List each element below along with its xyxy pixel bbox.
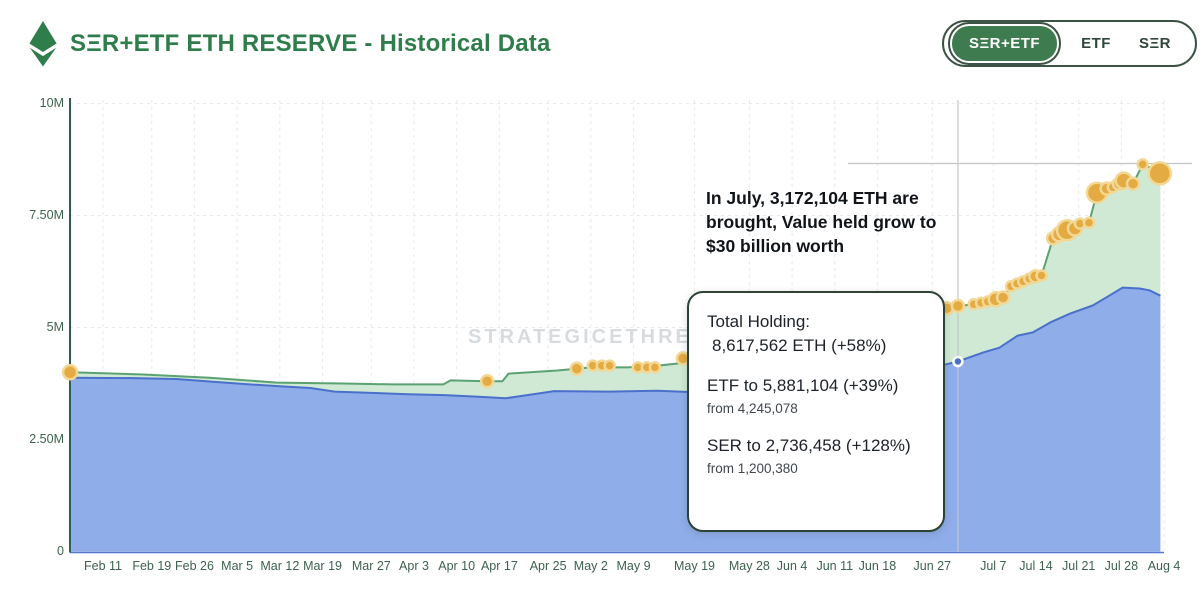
x-tick-label: Apr 25 xyxy=(530,559,567,573)
x-tick-label: Jun 18 xyxy=(859,559,897,573)
annotation-line: In July, 3,172,104 ETH are xyxy=(706,186,956,210)
x-tick-label: Jul 21 xyxy=(1062,559,1095,573)
annotation-line: $30 billion worth xyxy=(706,234,956,258)
x-tick-label: May 2 xyxy=(574,559,608,573)
tooltip-total-value: 8,617,562 ETH (+58%) xyxy=(707,334,925,358)
tooltip-ser-from: from 1,200,380 xyxy=(707,459,925,478)
x-tick-label: Jun 11 xyxy=(816,559,853,573)
x-tick-label: May 28 xyxy=(729,559,770,573)
hover-point xyxy=(953,357,962,366)
x-tick-label: Jun 4 xyxy=(777,559,808,573)
x-tick-label: Jul 7 xyxy=(980,559,1006,573)
annotation-line: brought, Value held grow to xyxy=(706,210,956,234)
x-tick-label: May 9 xyxy=(616,559,650,573)
y-tick-label: 2.50M xyxy=(6,432,64,446)
x-tick-label: Feb 26 xyxy=(175,559,214,573)
chart-tooltip: Total Holding: 8,617,562 ETH (+58%) ETF … xyxy=(687,291,945,532)
x-tick-label: Mar 27 xyxy=(352,559,391,573)
x-tick-label: Mar 19 xyxy=(303,559,342,573)
tooltip-title: Total Holding: xyxy=(707,310,925,334)
x-tick-label: Aug 4 xyxy=(1148,559,1181,573)
x-tick-label: Jul 14 xyxy=(1019,559,1052,573)
tooltip-etf-value: ETF to 5,881,104 (+39%) xyxy=(707,374,925,398)
y-tick-label: 10M xyxy=(6,96,64,110)
x-tick-label: May 19 xyxy=(674,559,715,573)
x-tick-label: Jun 27 xyxy=(914,559,952,573)
y-tick-label: 5M xyxy=(6,320,64,334)
x-tick-label: Jul 28 xyxy=(1105,559,1138,573)
y-tick-label: 7.50M xyxy=(6,208,64,222)
x-tick-label: Feb 19 xyxy=(132,559,171,573)
tooltip-ser-value: SER to 2,736,458 (+128%) xyxy=(707,434,925,458)
x-tick-label: Feb 11 xyxy=(84,559,122,573)
tooltip-etf-from: from 4,245,078 xyxy=(707,399,925,418)
x-tick-label: Apr 17 xyxy=(481,559,518,573)
x-tick-label: Mar 5 xyxy=(221,559,253,573)
annotation-text: In July, 3,172,104 ETH are brought, Valu… xyxy=(706,186,956,258)
y-tick-label: 0 xyxy=(6,544,64,558)
x-tick-label: Mar 12 xyxy=(260,559,299,573)
x-tick-label: Apr 10 xyxy=(438,559,475,573)
x-tick-label: Apr 3 xyxy=(399,559,429,573)
area-chart-canvas[interactable] xyxy=(0,0,1200,592)
